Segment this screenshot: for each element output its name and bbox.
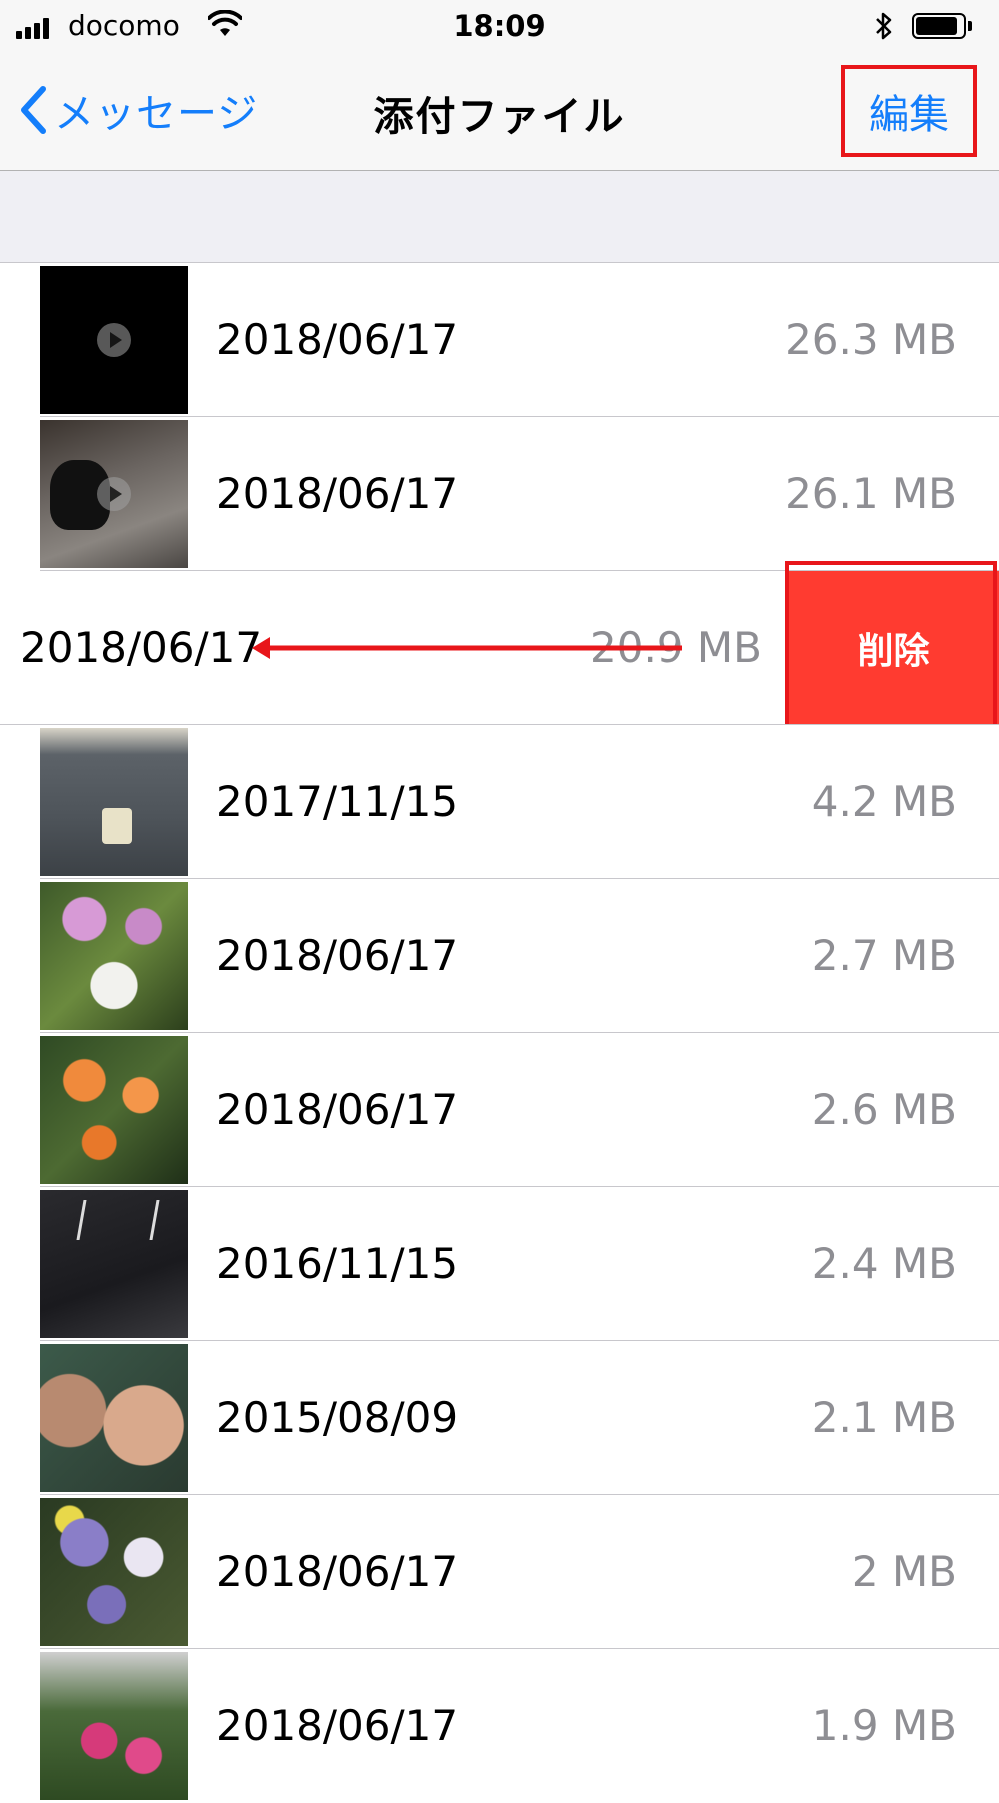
attachment-row[interactable]: 2018/06/17 26.3 MB xyxy=(0,263,999,417)
battery-icon xyxy=(912,13,973,39)
attachment-row[interactable]: 2017/11/15 4.2 MB xyxy=(0,725,999,879)
attachment-size: 1.9 MB xyxy=(811,1701,957,1750)
attachment-size: 26.1 MB xyxy=(785,469,957,518)
status-bar: docomo 18:09 xyxy=(0,0,999,54)
attachment-date: 2018/06/17 xyxy=(216,1701,459,1750)
swiped-attachment-row[interactable]: 2018/06/17 20.9 MB 削除 xyxy=(0,561,999,733)
attachment-size: 2.1 MB xyxy=(811,1393,957,1442)
play-icon xyxy=(97,323,131,357)
attachment-row[interactable]: 2018/06/17 2.6 MB xyxy=(0,1033,999,1187)
annotation-highlight xyxy=(785,561,997,733)
photo-thumbnail xyxy=(40,1190,188,1338)
attachment-row[interactable]: 2015/08/09 2.1 MB xyxy=(0,1341,999,1495)
attachment-date: 2015/08/09 xyxy=(216,1393,459,1442)
attachment-size: 2.7 MB xyxy=(811,931,957,980)
attachment-row[interactable]: 2018/06/17 2.7 MB xyxy=(0,879,999,1033)
attachment-size: 2 MB xyxy=(851,1547,957,1596)
video-thumbnail xyxy=(40,266,188,414)
photo-thumbnail xyxy=(40,1498,188,1646)
attachment-date: 2018/06/17 xyxy=(216,1547,459,1596)
attachment-size: 26.3 MB xyxy=(785,315,957,364)
attachment-size: 2.4 MB xyxy=(811,1239,957,1288)
attachment-size: 4.2 MB xyxy=(811,777,957,826)
attachment-row[interactable]: 2016/11/15 2.4 MB xyxy=(0,1187,999,1341)
photo-thumbnail xyxy=(40,1036,188,1184)
section-header-spacer xyxy=(0,171,999,263)
attachment-date: 2018/06/17 xyxy=(216,315,459,364)
photo-thumbnail xyxy=(40,1652,188,1800)
bluetooth-icon xyxy=(876,12,892,40)
attachment-row[interactable]: 2018/06/17 2 MB xyxy=(0,1495,999,1649)
attachment-date: 2018/06/17 xyxy=(216,469,459,518)
attachment-date: 2016/11/15 xyxy=(216,1239,459,1288)
attachment-date: 2018/06/17 xyxy=(20,623,263,672)
photo-thumbnail xyxy=(40,1344,188,1492)
attachment-date: 2018/06/17 xyxy=(216,931,459,980)
navigation-bar: メッセージ 添付ファイル 編集 xyxy=(0,54,999,171)
attachment-row[interactable]: 2018/06/17 26.1 MB xyxy=(0,417,999,571)
attachment-row[interactable]: 2018/06/17 1.9 MB xyxy=(0,1649,999,1803)
video-thumbnail xyxy=(40,420,188,568)
play-icon xyxy=(97,477,131,511)
swipe-left-arrow-icon xyxy=(252,637,682,659)
photo-thumbnail xyxy=(40,882,188,1030)
attachment-size: 2.6 MB xyxy=(811,1085,957,1134)
photo-thumbnail xyxy=(40,728,188,876)
edit-button[interactable]: 編集 xyxy=(841,65,977,157)
attachment-date: 2018/06/17 xyxy=(216,1085,459,1134)
status-time: 18:09 xyxy=(453,9,546,43)
attachment-date: 2017/11/15 xyxy=(216,777,459,826)
